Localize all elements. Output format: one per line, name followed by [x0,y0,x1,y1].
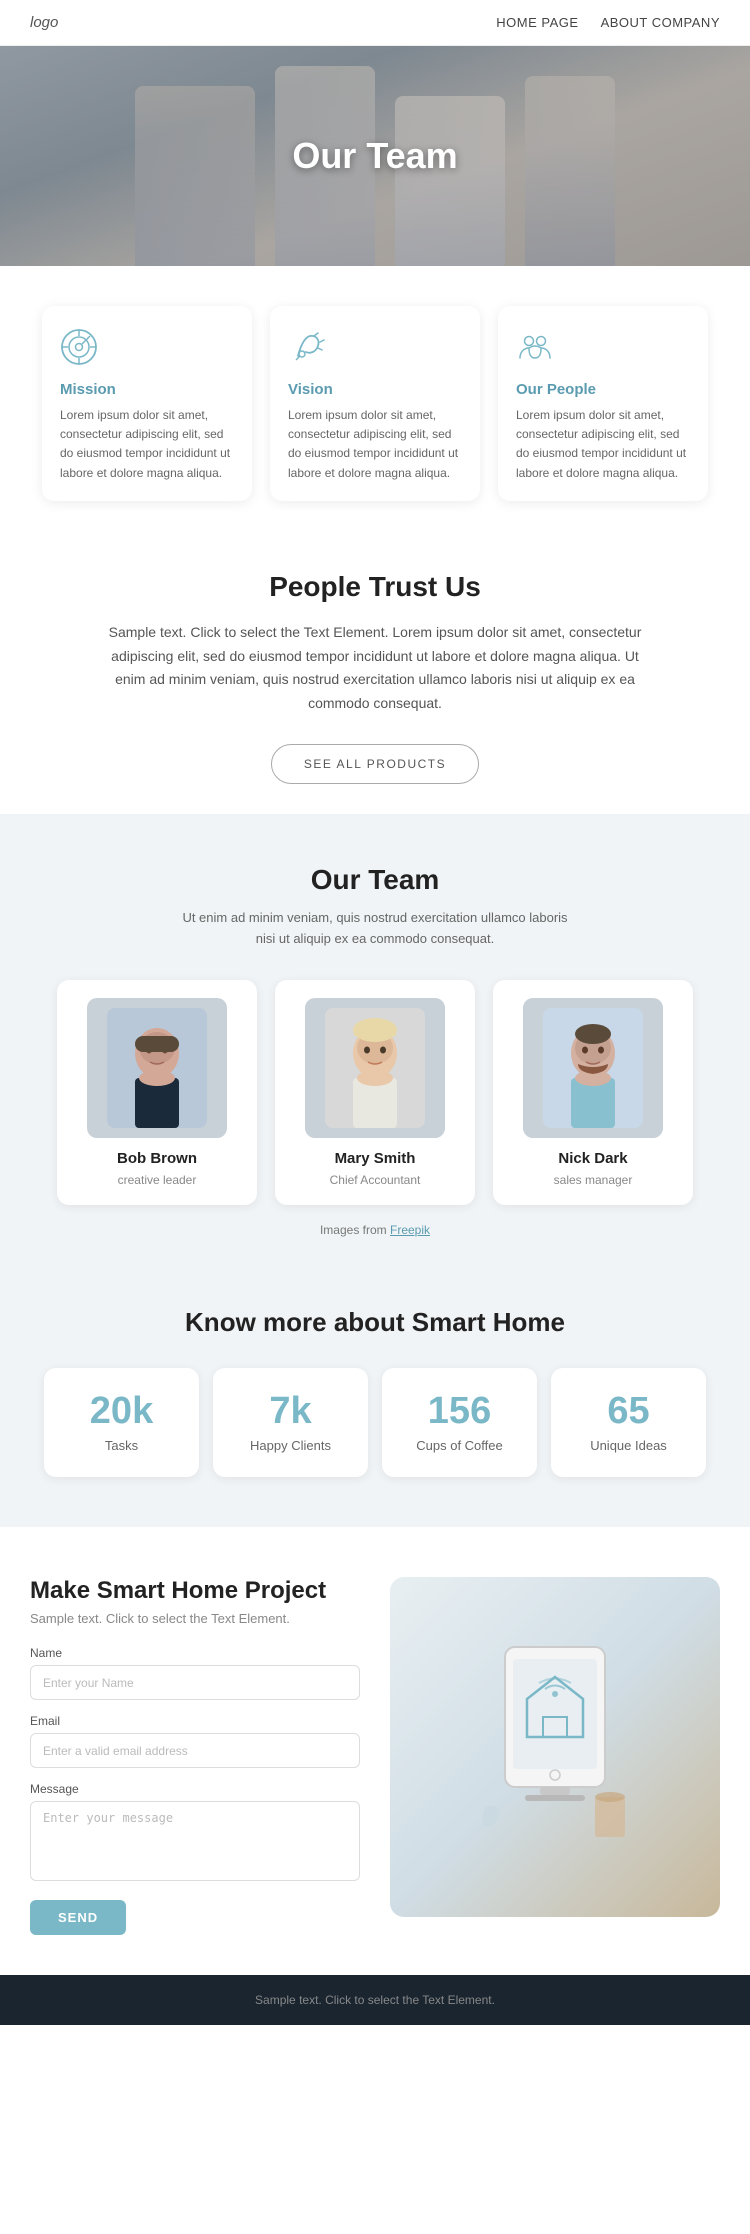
contact-title: Make Smart Home Project [30,1577,360,1605]
feature-vision: Vision Lorem ipsum dolor sit amet, conse… [270,306,480,501]
team-member-nick: Nick Dark sales manager [493,980,693,1205]
nick-role: sales manager [554,1173,633,1187]
nav-about[interactable]: ABOUT COMPANY [601,15,720,30]
feature-people: Our People Lorem ipsum dolor sit amet, c… [498,306,708,501]
bob-name: Bob Brown [71,1150,243,1167]
stat-tasks-label: Tasks [58,1438,185,1453]
people-icon [516,328,690,371]
people-text: Lorem ipsum dolor sit amet, consectetur … [516,406,690,483]
footer-text: Sample text. Click to select the Text El… [255,1993,495,2007]
trust-section: People Trust Us Sample text. Click to se… [0,521,750,814]
smart-home-svg [445,1617,665,1877]
bob-photo [87,998,227,1138]
contact-section: Make Smart Home Project Sample text. Cli… [0,1527,750,1975]
stat-coffee-label: Cups of Coffee [396,1438,523,1453]
mary-name: Mary Smith [289,1150,461,1167]
send-button[interactable]: SEND [30,1900,126,1935]
nav-home[interactable]: HOME PAGE [496,15,578,30]
stat-clients-number: 7k [227,1392,354,1430]
smart-home-image [390,1577,720,1917]
stats-grid: 20k Tasks 7k Happy Clients 156 Cups of C… [30,1368,720,1477]
mission-icon [60,328,234,371]
contact-subtitle: Sample text. Click to select the Text El… [30,1611,360,1626]
stat-coffee-number: 156 [396,1392,523,1430]
stat-tasks-number: 20k [58,1392,185,1430]
message-input[interactable] [30,1801,360,1881]
freepik-link[interactable]: Freepik [390,1223,430,1237]
email-field-group: Email [30,1714,360,1768]
feature-mission: Mission Lorem ipsum dolor sit amet, cons… [42,306,252,501]
mary-photo [305,998,445,1138]
vision-title: Vision [288,381,462,398]
team-member-mary: Mary Smith Chief Accountant [275,980,475,1205]
email-input[interactable] [30,1733,360,1768]
team-grid: Bob Brown creative leader Mary Smit [30,980,720,1205]
name-field-group: Name [30,1646,360,1700]
mission-title: Mission [60,381,234,398]
stat-ideas-number: 65 [565,1392,692,1430]
hero-section: Our Team [0,46,750,266]
logo: logo [30,14,58,31]
vision-icon [288,328,462,371]
stat-clients-label: Happy Clients [227,1438,354,1453]
message-field-group: Message [30,1782,360,1886]
trust-description: Sample text. Click to select the Text El… [95,621,655,716]
vision-text: Lorem ipsum dolor sit amet, consectetur … [288,406,462,483]
stat-ideas: 65 Unique Ideas [551,1368,706,1477]
contact-form-side: Make Smart Home Project Sample text. Cli… [30,1577,360,1935]
name-label: Name [30,1646,360,1660]
nick-photo [523,998,663,1138]
freepik-note: Images from Freepik [30,1223,720,1237]
nav-links: HOME PAGE ABOUT COMPANY [496,15,720,30]
contact-image-side [390,1577,720,1917]
stat-tasks: 20k Tasks [44,1368,199,1477]
message-label: Message [30,1782,360,1796]
stats-section: Know more about Smart Home 20k Tasks 7k … [0,1257,750,1527]
stat-ideas-label: Unique Ideas [565,1438,692,1453]
mary-role: Chief Accountant [330,1173,421,1187]
stat-clients: 7k Happy Clients [213,1368,368,1477]
navigation: logo HOME PAGE ABOUT COMPANY [0,0,750,46]
stats-title: Know more about Smart Home [30,1307,720,1338]
team-member-bob: Bob Brown creative leader [57,980,257,1205]
nick-name: Nick Dark [507,1150,679,1167]
team-subtitle: Ut enim ad minim veniam, quis nostrud ex… [175,908,575,950]
features-grid: Mission Lorem ipsum dolor sit amet, cons… [30,306,720,501]
features-section: Mission Lorem ipsum dolor sit amet, cons… [0,266,750,521]
footer: Sample text. Click to select the Text El… [0,1975,750,2025]
mission-text: Lorem ipsum dolor sit amet, consectetur … [60,406,234,483]
people-title: Our People [516,381,690,398]
team-title: Our Team [30,864,720,896]
bob-role: creative leader [118,1173,197,1187]
trust-title: People Trust Us [30,571,720,603]
name-input[interactable] [30,1665,360,1700]
email-label: Email [30,1714,360,1728]
team-section: Our Team Ut enim ad minim veniam, quis n… [0,814,750,1257]
hero-title: Our Team [292,135,457,177]
see-all-button[interactable]: SEE ALL PRODUCTS [271,744,479,784]
stat-coffee: 156 Cups of Coffee [382,1368,537,1477]
